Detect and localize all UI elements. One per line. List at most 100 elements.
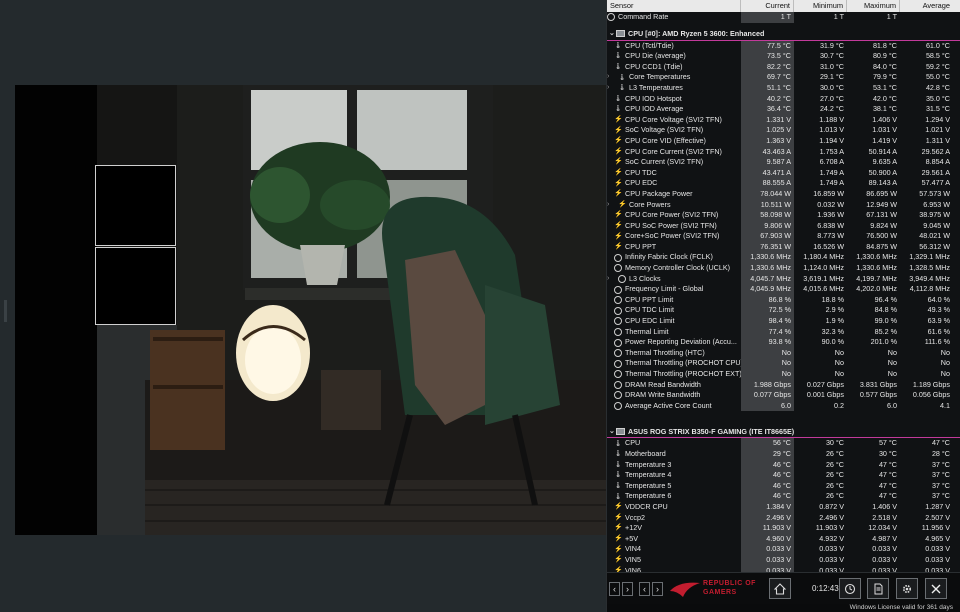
value-max: 3.831 Gbps <box>859 379 897 389</box>
nav-prev-button[interactable]: ‹ <box>609 581 620 596</box>
sensor-name: CPU IOD Average <box>607 104 741 115</box>
thermometer-icon <box>614 482 622 490</box>
table-row[interactable]: ⚡ Core+SoC Power (SVI2 TFN) 67.903 W 8.773 … <box>607 231 960 242</box>
collapse-chevron-icon[interactable]: ⌄ <box>609 27 616 40</box>
value-cur: No <box>741 347 794 359</box>
table-row[interactable]: ⚡ CPU EDC 88.555 A 1.749 A 89.143 A 57.477 A <box>607 178 960 189</box>
col-maximum[interactable]: Maximum <box>847 0 900 12</box>
col-current[interactable]: Current <box>741 0 794 12</box>
sensor-name: CPU Die (average) <box>607 51 741 62</box>
value-cur: 1,330.6 MHz <box>741 263 794 274</box>
nav-first-button[interactable]: ‹ <box>639 581 650 596</box>
table-row[interactable]: ⚡ VDDCR CPU 1.384 V 0.872 V 1.406 V 1.287 V <box>607 501 960 513</box>
value-avg: 56.312 W <box>919 241 950 251</box>
nav-last-button[interactable]: › <box>652 581 663 596</box>
side-handle[interactable] <box>4 300 7 322</box>
table-row[interactable]: Thermal Throttling (HTC) No No No No <box>607 347 960 359</box>
value-cur: No <box>741 358 794 369</box>
table-row[interactable]: Average Active Core Count 6.0 0.2 6.0 4.1 <box>607 400 960 412</box>
clock-icon <box>614 380 622 389</box>
value-min: 1.936 W <box>817 210 844 220</box>
table-row[interactable]: CPU56 °C 30 °C 57 °C 47 °C <box>607 438 960 449</box>
settings-button[interactable] <box>896 578 918 599</box>
column-header: Sensor Current Minimum Maximum Average <box>607 0 960 12</box>
table-row[interactable]: Temperature 446 °C 26 °C 47 °C 37 °C <box>607 470 960 481</box>
value-max: 50.900 A <box>868 167 897 177</box>
value-max: 0.033 V <box>872 554 897 564</box>
table-row[interactable]: Temperature 646 °C 26 °C 47 °C 37 °C <box>607 491 960 502</box>
collapse-chevron-icon[interactable]: ⌄ <box>609 425 616 438</box>
table-row[interactable]: ⚡ CPU SoC Power (SVI2 TFN) 9.806 W 6.838 W 9… <box>607 220 960 232</box>
table-row[interactable]: Temperature 546 °C 26 °C 47 °C 37 °C <box>607 480 960 492</box>
close-button[interactable] <box>925 578 947 599</box>
table-row[interactable]: DRAM Read Bandwidth 1.988 Gbps 0.027 Gbps 3… <box>607 379 960 391</box>
table-row[interactable]: ›L3 Temperatures51.1 °C 30.0 °C 53.1 °C 42.… <box>607 82 960 94</box>
table-row[interactable]: Memory Controller Clock (UCLK) 1,330.6 MH… <box>607 263 960 274</box>
clock-icon <box>614 327 622 336</box>
table-row[interactable]: ⚡ VIN4 0.033 V 0.033 V 0.033 V 0.033 V <box>607 544 960 555</box>
col-sensor[interactable]: Sensor <box>607 0 741 12</box>
table-row[interactable]: ⚡ CPU Package Power 78.044 W 16.859 W 86.695… <box>607 188 960 200</box>
group-header-motherboard[interactable]: ⌄ ASUS ROG STRIX B350-F GAMING (ITE IT86… <box>607 425 960 439</box>
table-row[interactable]: CPU CCD1 (Tdie)82.2 °C 31.0 °C 84.0 °C 59.2… <box>607 61 960 73</box>
value-cur: No <box>741 369 794 380</box>
table-row[interactable]: Thermal Limit 77.4 % 32.3 % 85.2 % 61.6 % <box>607 326 960 338</box>
table-row[interactable]: Frequency Limit - Global 4,045.9 MHz 4,015… <box>607 284 960 295</box>
sensor-name: Motherboard <box>607 449 741 460</box>
table-row[interactable]: Thermal Throttling (PROCHOT CPU) No No No No <box>607 358 960 369</box>
value-max: 1.419 V <box>872 135 897 145</box>
value-max: 76.500 W <box>866 231 897 241</box>
table-row[interactable]: ⚡ Vccp2 2.496 V 2.496 V 2.518 V 2.507 V <box>607 512 960 524</box>
expand-chevron-icon[interactable]: › <box>607 72 614 83</box>
table-row[interactable]: Infinity Fabric Clock (FCLK) 1,330.6 MHz 1… <box>607 252 960 264</box>
table-row[interactable]: ⚡ CPU Core Current (SVI2 TFN) 43.463 A 1.75… <box>607 146 960 158</box>
table-row[interactable]: › L3 Clocks 4,045.7 MHz 3,619.1 MHz 4,199.7 … <box>607 273 960 285</box>
lightning-icon: ⚡ <box>614 126 623 134</box>
col-minimum[interactable]: Minimum <box>794 0 847 12</box>
table-row[interactable]: CPU (Tctl/Tdie)77.5 °C 31.9 °C 81.8 °C 61.0… <box>607 40 960 52</box>
value-avg: 49.3 % <box>927 305 950 315</box>
table-row[interactable]: ⚡ CPU Core VID (Effective) 1.363 V 1.194 V 1… <box>607 135 960 147</box>
nav-next-button[interactable]: › <box>622 581 633 596</box>
table-row[interactable]: CPU PPT Limit 86.8 % 18.8 % 96.4 % 64.0 % <box>607 294 960 306</box>
table-row[interactable]: ⚡ SoC Current (SVI2 TFN) 9.587 A 6.708 A 9.6… <box>607 157 960 168</box>
table-row[interactable]: ⚡ +5V 4.960 V 4.932 V 4.987 V 4.965 V <box>607 533 960 545</box>
table-row[interactable]: Command Rate 1 T 1 T 1 T <box>607 12 960 23</box>
table-row[interactable]: CPU IOD Hotspot40.2 °C 27.0 °C 42.0 °C 35.0… <box>607 93 960 105</box>
selection-box-top[interactable] <box>95 165 176 246</box>
clock-icon <box>614 285 622 294</box>
table-row[interactable]: ›Core Temperatures69.7 °C 29.1 °C 79.9 °C 5… <box>607 72 960 83</box>
reset-button[interactable] <box>839 578 861 599</box>
table-row[interactable]: CPU EDC Limit 98.4 % 1.9 % 99.0 % 63.9 % <box>607 316 960 327</box>
table-row[interactable]: CPU TDC Limit 72.5 % 2.9 % 84.8 % 49.3 % <box>607 305 960 317</box>
expand-chevron-icon[interactable]: › <box>607 200 614 211</box>
table-row[interactable]: ⚡ CPU Core Voltage (SVI2 TFN) 1.331 V 1.188… <box>607 114 960 126</box>
table-row[interactable]: ⚡ VIN5 0.033 V 0.033 V 0.033 V 0.033 V <box>607 554 960 566</box>
home-button[interactable] <box>769 578 791 599</box>
table-row[interactable]: DRAM Write Bandwidth 0.077 Gbps 0.001 Gbps… <box>607 390 960 401</box>
table-row[interactable]: CPU Die (average)73.5 °C 30.7 °C 80.9 °C 58… <box>607 51 960 62</box>
value-avg: No <box>940 347 950 357</box>
table-row[interactable]: Motherboard29 °C 26 °C 30 °C 28 °C <box>607 448 960 460</box>
table-row[interactable]: ⚡ CPU PPT 76.351 W 16.526 W 84.875 W 56.312 W <box>607 241 960 253</box>
table-row[interactable]: ⚡ CPU TDC 43.471 A 1.749 A 50.900 A 29.561 A <box>607 167 960 179</box>
sensor-list[interactable]: Command Rate 1 T 1 T 1 T ⌄ CPU [#0]: AMD… <box>607 12 960 572</box>
report-button[interactable] <box>867 578 889 599</box>
selection-box-bottom[interactable] <box>95 247 176 325</box>
table-row[interactable]: Thermal Throttling (PROCHOT EXT) No No No No <box>607 369 960 380</box>
value-cur: 1.988 Gbps <box>741 379 794 391</box>
value-min: 24.2 °C <box>819 104 844 114</box>
expand-chevron-icon[interactable]: › <box>607 274 614 285</box>
expand-chevron-icon[interactable]: › <box>607 83 614 94</box>
table-row[interactable]: › ⚡ Core Powers 10.511 W 0.032 W 12.949 W 6.95… <box>607 199 960 211</box>
table-row[interactable]: ⚡ SoC Voltage (SVI2 TFN) 1.025 V 1.013 V 1.0… <box>607 125 960 136</box>
table-row[interactable]: ⚡ +12V 11.903 V 11.903 V 12.034 V 11.956 V <box>607 523 960 534</box>
group-header-cpu[interactable]: ⌄ CPU [#0]: AMD Ryzen 5 3600: Enhanced <box>607 28 960 41</box>
sensor-name: ⚡ Vccp2 <box>614 512 645 522</box>
col-average[interactable]: Average <box>900 0 953 12</box>
table-row[interactable]: Temperature 346 °C 26 °C 47 °C 37 °C <box>607 459 960 471</box>
table-row[interactable]: CPU IOD Average36.4 °C 24.2 °C 38.1 °C 31.5… <box>607 104 960 115</box>
table-row[interactable]: ⚡ CPU Core Power (SVI2 TFN) 58.098 W 1.936 … <box>607 210 960 221</box>
value-min: 2.496 V <box>819 512 844 522</box>
table-row[interactable]: Power Reporting Deviation (Accu... 93.8 %… <box>607 337 960 348</box>
